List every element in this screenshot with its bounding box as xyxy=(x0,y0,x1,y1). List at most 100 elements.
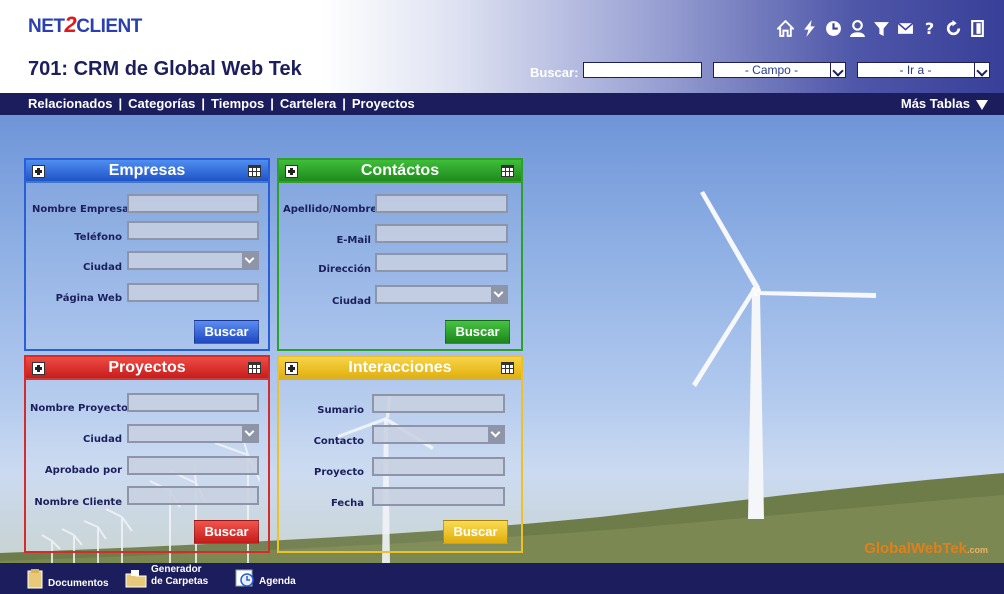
generador-label-line1: Generador xyxy=(151,564,202,575)
page-title: 701: CRM de Global Web Tek xyxy=(28,58,302,80)
folder-icon xyxy=(27,568,43,588)
contacto-label: Contacto xyxy=(313,436,364,447)
contactos-title: Contáctos xyxy=(360,162,440,179)
agenda-link[interactable]: Agenda xyxy=(235,568,296,588)
chevron-down-icon[interactable] xyxy=(488,427,503,442)
brand-name: GlobalWebTek xyxy=(864,540,967,557)
nav-separator: | xyxy=(342,96,346,111)
clock-icon[interactable] xyxy=(825,20,842,37)
footer-bar: Documentos Generador de Carpetas Agenda xyxy=(0,563,1004,594)
pagina-web-input[interactable] xyxy=(127,283,259,302)
chevron-down-icon[interactable] xyxy=(491,287,506,302)
mail-icon[interactable] xyxy=(897,20,914,37)
chevron-down-icon[interactable] xyxy=(242,426,257,441)
table-view-icon[interactable] xyxy=(501,362,514,374)
proyectos-title: Proyectos xyxy=(108,359,186,376)
ciudad-select[interactable] xyxy=(375,285,508,304)
main-nav: Relacionados | Categorías | Tiempos | Ca… xyxy=(0,93,1004,115)
proyectos-search-button[interactable]: Buscar xyxy=(194,520,259,544)
direccion-label: Dirección xyxy=(318,264,371,275)
documentos-link[interactable]: Documentos xyxy=(26,568,109,589)
chevron-down-icon[interactable] xyxy=(242,253,257,268)
apellido-nombre-label: Apellido/Nombre xyxy=(283,204,378,215)
ciudad-select[interactable] xyxy=(127,251,259,270)
telefono-label: Teléfono xyxy=(74,232,122,243)
documentos-label: Documentos xyxy=(48,578,109,589)
search-input[interactable] xyxy=(583,62,702,78)
toolbar-icons: ? xyxy=(777,20,986,37)
app-header: NET2CLIENT 701: CRM de Global Web Tek ? … xyxy=(0,0,1004,93)
sumario-input[interactable] xyxy=(372,394,505,413)
bolt-icon[interactable] xyxy=(801,20,818,37)
nav-separator: | xyxy=(270,96,274,111)
more-tables-menu[interactable]: Más Tablas xyxy=(901,96,988,111)
generador-label-line2: de Carpetas xyxy=(151,576,209,587)
email-input[interactable] xyxy=(375,224,508,243)
direccion-input[interactable] xyxy=(375,253,508,272)
proyecto-input[interactable] xyxy=(372,457,505,476)
empresas-title: Empresas xyxy=(108,162,186,179)
interacciones-search-button[interactable]: Buscar xyxy=(443,520,508,544)
brand-suffix: .com xyxy=(966,545,988,555)
ciudad-label: Ciudad xyxy=(83,262,122,273)
search-label: Buscar: xyxy=(530,65,579,80)
more-tables-label: Más Tablas xyxy=(900,96,970,111)
nombre-cliente-input[interactable] xyxy=(127,486,259,505)
wind-turbine-large xyxy=(692,191,876,519)
interacciones-panel: Interacciones Sumario Contacto Proyecto … xyxy=(277,355,523,553)
refresh-icon[interactable] xyxy=(945,20,962,37)
nav-links: Relacionados | Categorías | Tiempos | Ca… xyxy=(28,96,415,111)
ira-select[interactable]: - Ir a - xyxy=(857,62,990,78)
help-icon[interactable]: ? xyxy=(921,20,938,37)
nav-separator: | xyxy=(201,96,206,111)
nav-link-categorias[interactable]: Categorías xyxy=(128,96,195,111)
logo-text-client: CLIENT xyxy=(76,16,142,37)
empresas-panel-header: Empresas xyxy=(26,160,268,183)
generador-carpetas-link[interactable]: Generador de Carpetas xyxy=(125,564,208,588)
triangle-down-icon xyxy=(976,99,988,110)
contacto-select[interactable] xyxy=(372,425,505,444)
interacciones-panel-header: Interacciones xyxy=(279,357,521,380)
nav-separator: | xyxy=(118,96,123,111)
aprobado-por-input[interactable] xyxy=(127,456,259,475)
nombre-empresa-input[interactable] xyxy=(127,194,259,213)
empresas-panel: Empresas Nombre Empresa Teléfono Ciudad … xyxy=(24,158,270,351)
generador-carpetas-label: Generador de Carpetas xyxy=(151,564,208,588)
pagina-web-label: Página Web xyxy=(55,293,122,304)
empresas-search-button[interactable]: Buscar xyxy=(194,320,259,344)
campo-select-value: - Campo - xyxy=(744,63,799,77)
fecha-label: Fecha xyxy=(330,498,364,509)
table-view-icon[interactable] xyxy=(501,165,514,177)
telefono-input[interactable] xyxy=(127,221,259,240)
folder-generator-icon xyxy=(125,570,147,588)
interacciones-title: Interacciones xyxy=(348,359,452,376)
nombre-cliente-label: Nombre Cliente xyxy=(34,497,122,508)
contactos-panel-header: Contáctos xyxy=(279,160,521,183)
fecha-input[interactable] xyxy=(372,487,505,506)
home-icon[interactable] xyxy=(777,20,794,37)
ira-select-value: - Ir a - xyxy=(899,63,932,77)
chevron-down-icon[interactable] xyxy=(974,62,990,78)
ciudad-select[interactable] xyxy=(127,424,259,443)
chevron-down-icon[interactable] xyxy=(830,62,846,78)
user-icon[interactable] xyxy=(849,20,866,37)
contactos-search-button[interactable]: Buscar xyxy=(445,320,510,344)
ciudad-label: Ciudad xyxy=(332,296,371,307)
ciudad-label: Ciudad xyxy=(83,434,122,445)
proyectos-panel: Proyectos Nombre Proyecto Ciudad Aprobad… xyxy=(24,355,270,553)
campo-select[interactable]: - Campo - xyxy=(713,62,846,78)
nav-link-relacionados[interactable]: Relacionados xyxy=(28,96,113,111)
table-view-icon[interactable] xyxy=(248,165,261,177)
proyecto-label: Proyecto xyxy=(313,467,364,478)
net2client-logo[interactable]: NET2CLIENT xyxy=(28,12,142,38)
nav-link-cartelera[interactable]: Cartelera xyxy=(280,96,336,111)
nav-link-tiempos[interactable]: Tiempos xyxy=(211,96,264,111)
nombre-empresa-label: Nombre Empresa xyxy=(32,204,129,215)
contactos-panel: Contáctos Apellido/Nombre E-Mail Direcci… xyxy=(277,158,523,351)
filter-icon[interactable] xyxy=(873,20,890,37)
table-view-icon[interactable] xyxy=(248,362,261,374)
nav-link-proyectos[interactable]: Proyectos xyxy=(352,96,415,111)
logout-icon[interactable] xyxy=(969,20,986,37)
nombre-proyecto-input[interactable] xyxy=(127,393,259,412)
apellido-nombre-input[interactable] xyxy=(375,194,508,213)
